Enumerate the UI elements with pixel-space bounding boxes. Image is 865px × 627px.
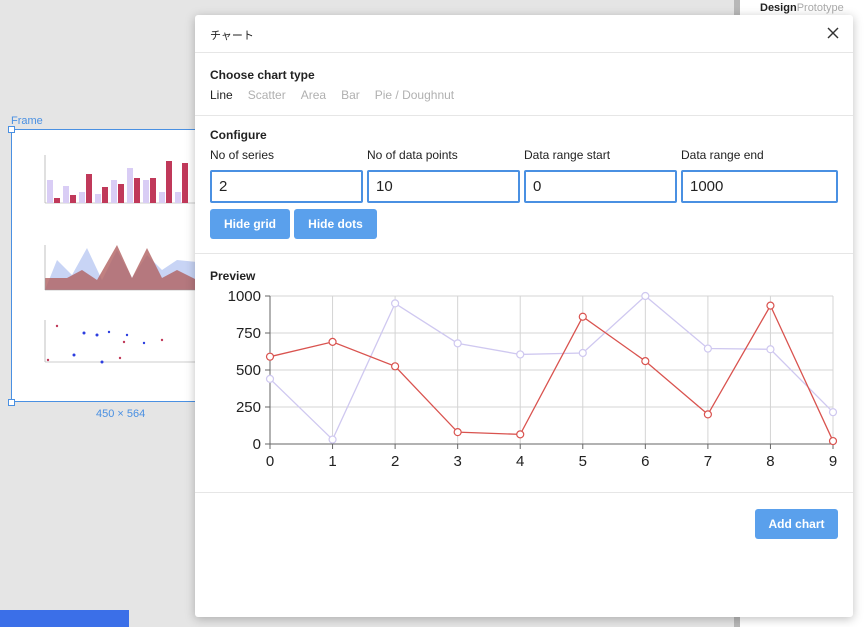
add-chart-button[interactable]: Add chart — [755, 509, 838, 539]
series-1-point — [578, 348, 587, 358]
series-0-point — [453, 428, 462, 437]
x-tick-label: 5 — [579, 453, 587, 470]
series-input[interactable] — [210, 170, 363, 203]
points-field: No of data points — [367, 148, 520, 203]
y-tick-label: 1000 — [228, 288, 261, 305]
points-input[interactable] — [367, 170, 520, 203]
panel-tabs: DesignPrototype — [760, 2, 844, 14]
series-0-point — [328, 337, 337, 346]
close-icon — [827, 27, 839, 39]
series-0-point — [828, 436, 838, 446]
x-tick-label: 7 — [704, 453, 712, 470]
frame-thumbnail[interactable] — [11, 129, 203, 402]
chart-dialog: チャート Choose chart type Line Scatter Area… — [195, 15, 853, 617]
series-1-point — [641, 291, 650, 301]
series-1-point — [516, 350, 525, 359]
x-tick-label: 6 — [641, 453, 649, 470]
dialog-header: チャート — [195, 15, 853, 53]
chart-type-section: Choose chart type Line Scatter Area Bar … — [195, 53, 853, 116]
x-tick-label: 9 — [829, 453, 837, 470]
series-0-point — [703, 410, 712, 419]
tab-scatter[interactable]: Scatter — [248, 88, 286, 102]
series-1-point — [265, 374, 275, 383]
tab-line[interactable]: Line — [210, 88, 233, 102]
frame-label[interactable]: Frame — [11, 115, 43, 127]
tab-design[interactable]: Design — [760, 2, 797, 14]
series-1-point — [766, 345, 775, 354]
series-1-point — [328, 435, 337, 444]
series-1-point — [453, 339, 462, 348]
points-label: No of data points — [367, 148, 458, 162]
tab-area[interactable]: Area — [301, 88, 326, 102]
range-end-field: Data range end — [681, 148, 838, 203]
x-tick-label: 3 — [453, 453, 461, 470]
resize-handle-top-left[interactable] — [8, 126, 15, 133]
configure-heading: Configure — [210, 128, 267, 142]
series-line-0 — [269, 304, 834, 442]
resize-handle-bottom-left[interactable] — [8, 399, 15, 406]
preview-section: Preview 0 250 500 750 1000 0 1 2 3 4 5 6 7 8 9 — [195, 254, 853, 493]
range-start-input[interactable] — [524, 170, 677, 203]
close-button[interactable] — [823, 23, 843, 43]
series-0-point — [578, 312, 587, 321]
x-tick-label: 8 — [766, 453, 774, 470]
series-0-point — [641, 357, 650, 366]
series-field: No of series — [210, 148, 363, 203]
y-tick-label: 250 — [236, 399, 261, 416]
range-end-input[interactable] — [681, 170, 838, 203]
x-tick-label: 2 — [391, 453, 399, 470]
chart-type-heading: Choose chart type — [210, 68, 315, 82]
range-start-field: Data range start — [524, 148, 677, 203]
series-line-1 — [269, 295, 834, 441]
range-start-label: Data range start — [524, 148, 611, 162]
series-0-point — [265, 352, 275, 361]
x-tick-label: 4 — [516, 453, 524, 470]
tab-bar[interactable]: Bar — [341, 88, 360, 102]
dialog-title: チャート — [210, 30, 254, 42]
preview-chart: 0 250 500 750 1000 0 1 2 3 4 5 6 7 8 9 — [228, 288, 838, 470]
series-0-point — [391, 362, 400, 371]
tab-prototype[interactable]: Prototype — [797, 2, 844, 14]
series-1-point — [703, 344, 712, 353]
hide-dots-button[interactable]: Hide dots — [294, 209, 377, 239]
series-0-point — [766, 301, 775, 310]
x-tick-label: 1 — [328, 453, 336, 470]
range-end-label: Data range end — [681, 148, 764, 162]
chart-type-tabs: Line Scatter Area Bar Pie / Doughnut — [210, 88, 454, 102]
series-1-point — [828, 408, 838, 417]
preview-heading: Preview — [210, 269, 256, 283]
bottom-toolbar[interactable] — [0, 610, 129, 627]
series-1-point — [391, 299, 400, 308]
series-0-point — [516, 430, 525, 439]
hide-grid-button[interactable]: Hide grid — [210, 209, 290, 239]
frame-size-label: 450 × 564 — [96, 408, 146, 420]
y-tick-label: 500 — [236, 362, 261, 379]
frame-thumbnail-charts — [44, 155, 197, 364]
tab-pie-doughnut[interactable]: Pie / Doughnut — [375, 88, 454, 102]
series-label: No of series — [210, 148, 275, 162]
y-tick-label: 750 — [236, 325, 261, 342]
x-tick-label: 0 — [266, 453, 274, 470]
y-tick-label: 0 — [253, 436, 261, 453]
